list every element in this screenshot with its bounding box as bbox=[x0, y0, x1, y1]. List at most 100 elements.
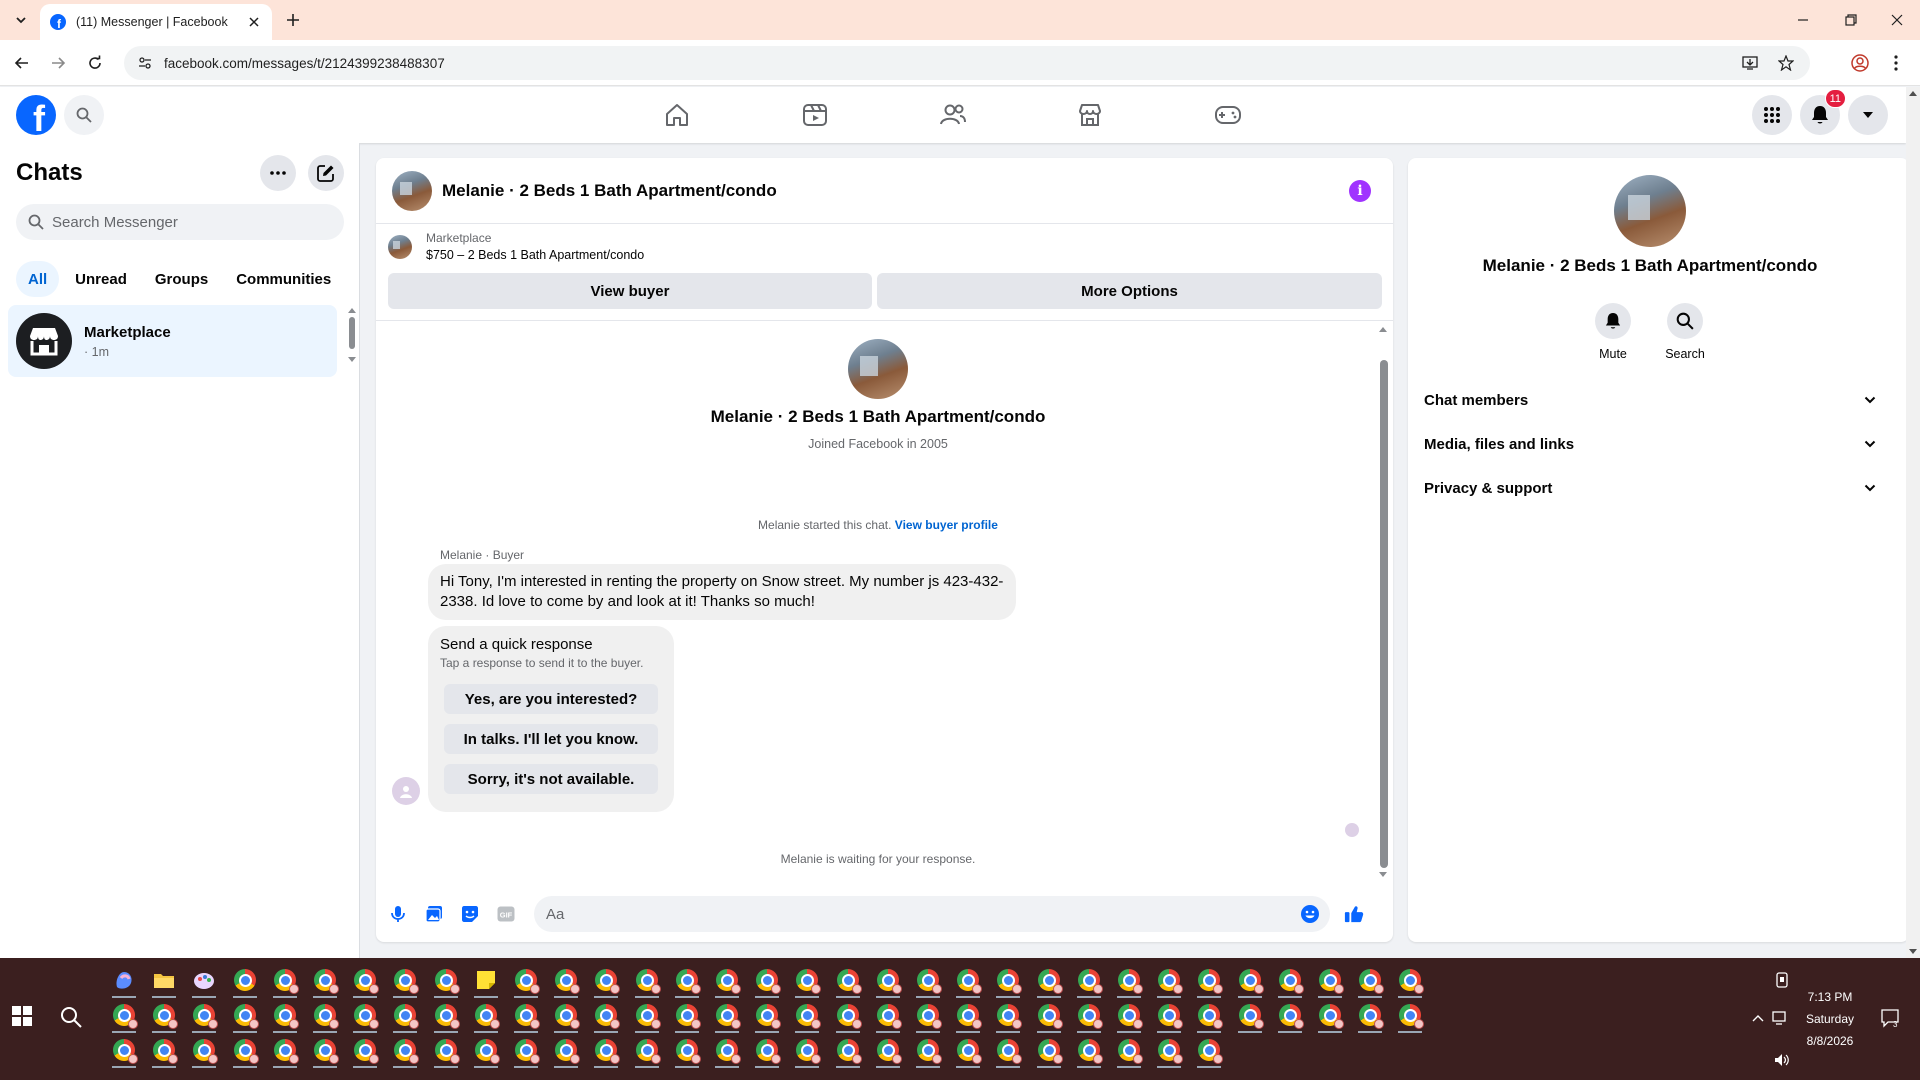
chrome-window-icon[interactable] bbox=[225, 962, 265, 998]
chrome-window-icon[interactable] bbox=[385, 997, 425, 1033]
chrome-window-icon[interactable] bbox=[1069, 962, 1109, 998]
chrome-window-icon[interactable] bbox=[828, 997, 868, 1033]
chrome-window-icon[interactable] bbox=[1069, 1032, 1109, 1068]
windows-start-icon[interactable] bbox=[12, 1006, 36, 1030]
chrome-window-icon[interactable] bbox=[546, 962, 586, 998]
search-messenger-input[interactable] bbox=[52, 213, 332, 231]
chrome-window-icon[interactable] bbox=[104, 997, 144, 1033]
chrome-window-icon[interactable] bbox=[707, 1032, 747, 1068]
view-buyer-profile-link[interactable]: View buyer profile bbox=[895, 518, 998, 532]
chrome-window-icon[interactable] bbox=[1350, 997, 1390, 1033]
incoming-message-bubble[interactable]: Hi Tony, I'm interested in renting the p… bbox=[428, 564, 1016, 620]
sender-avatar-icon[interactable] bbox=[392, 777, 420, 805]
chrome-window-icon[interactable] bbox=[586, 1032, 626, 1068]
chrome-window-icon[interactable] bbox=[1109, 962, 1149, 998]
chrome-window-icon[interactable] bbox=[787, 962, 827, 998]
install-app-icon[interactable] bbox=[1742, 55, 1758, 71]
view-buyer-button[interactable]: View buyer bbox=[388, 273, 872, 309]
chrome-window-icon[interactable] bbox=[1149, 997, 1189, 1033]
quick-response-button[interactable]: In talks. I'll let you know. bbox=[444, 724, 658, 754]
filter-all[interactable]: All bbox=[16, 261, 60, 297]
show-hidden-icons-icon[interactable] bbox=[1748, 1008, 1768, 1028]
message-input[interactable] bbox=[546, 905, 1300, 923]
chrome-window-icon[interactable] bbox=[787, 997, 827, 1033]
new-message-icon[interactable] bbox=[308, 155, 344, 191]
chrome-window-icon[interactable] bbox=[586, 962, 626, 998]
marketplace-listing[interactable]: Marketplace $750 – 2 Beds 1 Bath Apartme… bbox=[388, 231, 644, 262]
chrome-window-icon[interactable] bbox=[948, 997, 988, 1033]
gif-icon[interactable]: GIF bbox=[496, 904, 516, 924]
chrome-window-icon[interactable] bbox=[426, 1032, 466, 1068]
profile-icon[interactable] bbox=[1848, 51, 1872, 75]
chrome-window-icon[interactable] bbox=[988, 1032, 1028, 1068]
chrome-window-icon[interactable] bbox=[1149, 962, 1189, 998]
thread-scrollbar-thumb[interactable] bbox=[1380, 360, 1388, 868]
facebook-search-icon[interactable] bbox=[64, 95, 104, 135]
browser-menu-icon[interactable] bbox=[1884, 51, 1908, 75]
voice-clip-icon[interactable] bbox=[388, 904, 408, 924]
chrome-window-icon[interactable] bbox=[908, 997, 948, 1033]
chrome-window-icon[interactable] bbox=[265, 962, 305, 998]
paint-app-icon[interactable] bbox=[184, 962, 224, 998]
chrome-window-icon[interactable] bbox=[747, 1032, 787, 1068]
privacy-support-section[interactable]: Privacy & support bbox=[1424, 470, 1876, 506]
conversation-title[interactable]: Melanie · 2 Beds 1 Bath Apartment/condo bbox=[442, 181, 777, 201]
emoji-icon[interactable] bbox=[1300, 904, 1320, 924]
chrome-window-icon[interactable] bbox=[1029, 962, 1069, 998]
chrome-window-icon[interactable] bbox=[144, 997, 184, 1033]
chrome-window-icon[interactable] bbox=[144, 1032, 184, 1068]
chrome-window-icon[interactable] bbox=[707, 997, 747, 1033]
chrome-window-icon[interactable] bbox=[1230, 997, 1270, 1033]
new-tab-icon[interactable] bbox=[282, 9, 304, 31]
chrome-window-icon[interactable] bbox=[1390, 997, 1430, 1033]
chrome-window-icon[interactable] bbox=[1189, 962, 1229, 998]
search-action[interactable]: Search bbox=[1655, 303, 1715, 361]
chrome-window-icon[interactable] bbox=[1029, 1032, 1069, 1068]
video-icon[interactable] bbox=[760, 87, 870, 143]
chrome-window-icon[interactable] bbox=[345, 962, 385, 998]
chrome-window-icon[interactable] bbox=[1310, 997, 1350, 1033]
search-messenger-field[interactable] bbox=[16, 204, 344, 240]
chrome-window-icon[interactable] bbox=[104, 1032, 144, 1068]
bookmark-star-icon[interactable] bbox=[1778, 55, 1794, 71]
intro-avatar-image[interactable] bbox=[848, 339, 908, 399]
chrome-window-icon[interactable] bbox=[828, 962, 868, 998]
menu-grid-icon[interactable] bbox=[1752, 95, 1792, 135]
chrome-window-icon[interactable] bbox=[426, 997, 466, 1033]
chrome-window-icon[interactable] bbox=[265, 997, 305, 1033]
chrome-window-icon[interactable] bbox=[1270, 962, 1310, 998]
minimize-icon[interactable] bbox=[1780, 0, 1826, 40]
chrome-window-icon[interactable] bbox=[466, 997, 506, 1033]
chrome-window-icon[interactable] bbox=[627, 962, 667, 998]
chrome-window-icon[interactable] bbox=[546, 1032, 586, 1068]
chrome-window-icon[interactable] bbox=[506, 962, 546, 998]
chrome-window-icon[interactable] bbox=[707, 962, 747, 998]
quick-response-button[interactable]: Sorry, it's not available. bbox=[444, 764, 658, 794]
chrome-window-icon[interactable] bbox=[1189, 1032, 1229, 1068]
chats-options-icon[interactable] bbox=[260, 155, 296, 191]
sticky-notes-icon[interactable] bbox=[466, 962, 506, 998]
browser-tab-messenger[interactable]: f (11) Messenger | Facebook bbox=[40, 4, 272, 40]
file-explorer-icon[interactable] bbox=[144, 962, 184, 998]
copilot-app-icon[interactable] bbox=[104, 962, 144, 998]
chrome-window-icon[interactable] bbox=[265, 1032, 305, 1068]
chrome-window-icon[interactable] bbox=[1149, 1032, 1189, 1068]
filter-groups[interactable]: Groups bbox=[143, 261, 220, 297]
chat-members-section[interactable]: Chat members bbox=[1424, 382, 1876, 418]
reload-icon[interactable] bbox=[83, 51, 107, 75]
chrome-window-icon[interactable] bbox=[305, 1032, 345, 1068]
clock-time[interactable]: 7:13 PM bbox=[1790, 990, 1870, 1004]
chrome-window-icon[interactable] bbox=[1270, 997, 1310, 1033]
chrome-window-icon[interactable] bbox=[627, 997, 667, 1033]
clock-day[interactable]: Saturday bbox=[1790, 1012, 1870, 1026]
chrome-window-icon[interactable] bbox=[787, 1032, 827, 1068]
close-window-icon[interactable] bbox=[1874, 0, 1920, 40]
attach-photo-icon[interactable] bbox=[424, 904, 444, 924]
chrome-window-icon[interactable] bbox=[1029, 997, 1069, 1033]
chrome-window-icon[interactable] bbox=[184, 997, 224, 1033]
back-icon[interactable] bbox=[10, 51, 34, 75]
chrome-window-icon[interactable] bbox=[988, 962, 1028, 998]
chrome-window-icon[interactable] bbox=[948, 1032, 988, 1068]
chrome-window-icon[interactable] bbox=[466, 1032, 506, 1068]
chrome-window-icon[interactable] bbox=[868, 962, 908, 998]
